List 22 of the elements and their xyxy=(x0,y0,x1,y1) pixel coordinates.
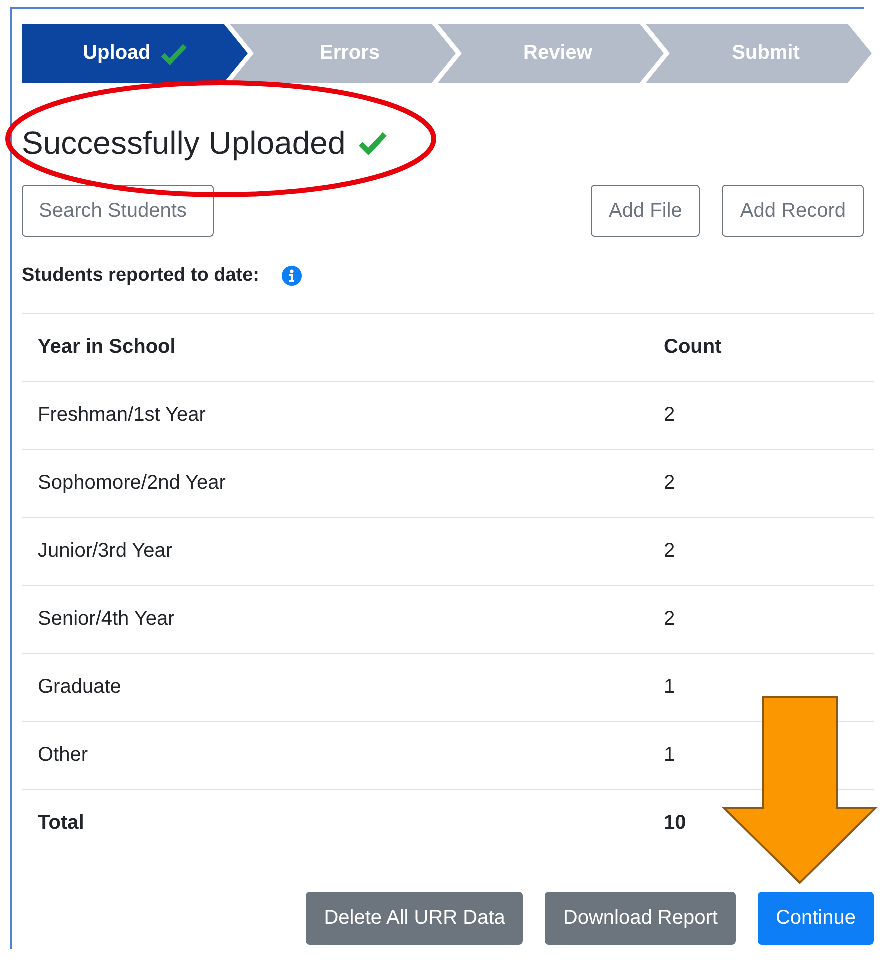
table-cell: 2 xyxy=(648,586,874,654)
column-header: Year in School xyxy=(22,314,648,382)
table-cell: Junior/3rd Year xyxy=(22,518,648,586)
step-tab[interactable]: Upload xyxy=(22,24,248,83)
search-field[interactable]: Search Students xyxy=(22,185,214,237)
action-button[interactable]: Delete All URR Data xyxy=(306,892,524,945)
table-cell: Freshman/1st Year xyxy=(22,382,648,450)
toolbar-button[interactable]: Add Record xyxy=(722,185,864,237)
summary-label: Students reported to date: xyxy=(22,265,260,287)
action-button[interactable]: Download Report xyxy=(545,892,736,945)
page-title: Successfully Uploaded xyxy=(22,124,346,162)
column-header: Count xyxy=(648,314,874,382)
table-cell: 2 xyxy=(648,450,874,518)
table-cell: Other xyxy=(22,722,648,790)
table-cell: Graduate xyxy=(22,654,648,722)
continue-button[interactable]: Continue xyxy=(758,892,874,945)
table-cell: 2 xyxy=(648,518,874,586)
total-cell: Total xyxy=(22,790,648,857)
toolbar-button[interactable]: Add File xyxy=(591,185,700,237)
table-cell: 2 xyxy=(648,382,874,450)
table-cell: Sophomore/2nd Year xyxy=(22,450,648,518)
table-cell: Senior/4th Year xyxy=(22,586,648,654)
